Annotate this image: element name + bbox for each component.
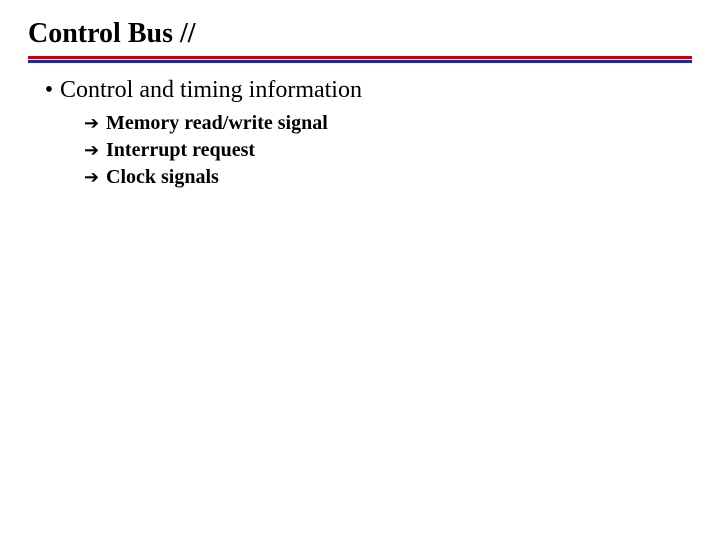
divider-red bbox=[28, 56, 692, 59]
arrow-icon: ➔ bbox=[84, 111, 106, 135]
bullet-marker: • bbox=[38, 77, 60, 104]
arrow-icon: ➔ bbox=[84, 138, 106, 162]
sub-list: ➔ Memory read/write signal ➔ Interrupt r… bbox=[84, 110, 692, 191]
sub-item-text: Clock signals bbox=[106, 164, 219, 191]
sub-item: ➔ Interrupt request bbox=[84, 137, 692, 164]
bullet-item: • Control and timing information bbox=[38, 77, 692, 104]
sub-item: ➔ Clock signals bbox=[84, 164, 692, 191]
divider-blue bbox=[28, 60, 692, 63]
sub-item: ➔ Memory read/write signal bbox=[84, 110, 692, 137]
sub-item-text: Memory read/write signal bbox=[106, 110, 328, 137]
slide-title: Control Bus // bbox=[28, 18, 692, 50]
arrow-icon: ➔ bbox=[84, 165, 106, 189]
bullet-text: Control and timing information bbox=[60, 77, 362, 104]
sub-item-text: Interrupt request bbox=[106, 137, 255, 164]
